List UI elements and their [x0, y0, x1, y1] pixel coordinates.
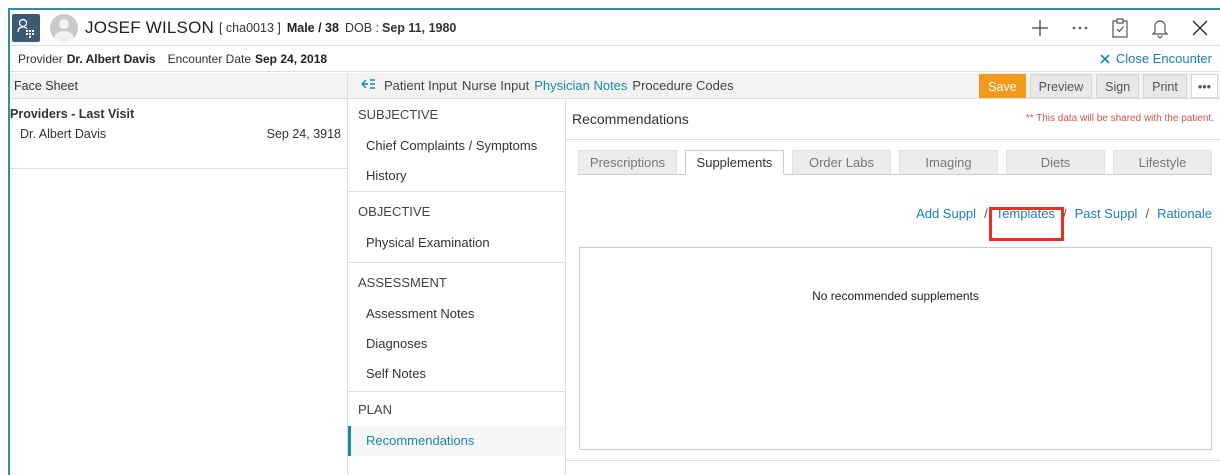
- encounter-date: Sep 24, 2018: [255, 51, 328, 66]
- more-icon[interactable]: [1060, 25, 1100, 31]
- divider: [566, 460, 1220, 461]
- header-actions: [1020, 10, 1220, 46]
- provider-label: Provider: [18, 51, 63, 66]
- divider: [566, 139, 1220, 140]
- clipboard-icon[interactable]: [1100, 18, 1140, 38]
- patient-avatar: [50, 13, 78, 42]
- patient-id: [ cha0013 ]: [218, 20, 281, 35]
- add-supplement-link[interactable]: Add Suppl: [916, 206, 976, 221]
- nav-diagnoses[interactable]: Diagnoses: [348, 329, 565, 359]
- divider: [348, 391, 565, 392]
- face-sheet-panel: Face Sheet Providers - Last Visit Dr. Al…: [10, 73, 348, 475]
- nav-section-plan: PLAN: [358, 402, 392, 417]
- nav-self-notes[interactable]: Self Notes: [348, 359, 565, 389]
- dob-label: DOB :: [344, 20, 380, 35]
- patient-dob: Sep 11, 1980: [382, 20, 457, 35]
- notes-tabs-bar: Patient Input Nurse Input Physician Note…: [348, 73, 1220, 99]
- last-visit-provider: Dr. Albert Davis: [20, 127, 107, 141]
- shared-data-notice: ** This data will be shared with the pat…: [1025, 113, 1214, 124]
- close-window-icon[interactable]: [1180, 19, 1220, 37]
- templates-highlight-box: [989, 207, 1064, 241]
- past-supplements-link[interactable]: Past Suppl: [1075, 206, 1138, 221]
- nav-recommendations[interactable]: Recommendations: [348, 426, 565, 456]
- subtab-order-labs[interactable]: Order Labs: [792, 150, 891, 174]
- tab-procedure-codes[interactable]: Procedure Codes: [632, 78, 733, 93]
- patient-header: JOSEF WILSON [ cha0013 ] Male / 38 DOB :…: [10, 10, 1220, 46]
- subtab-diets[interactable]: Diets: [1006, 150, 1105, 174]
- recommendation-subtabs: Prescriptions Supplements Order Labs Ima…: [578, 150, 1212, 175]
- close-encounter-button[interactable]: Close Encounter: [1099, 51, 1212, 66]
- bell-icon[interactable]: [1140, 18, 1180, 38]
- provider-visit-row: Dr. Albert Davis Sep 24, 3918: [10, 123, 347, 169]
- supplement-links: Add Suppl / Templates / Past Suppl / Rat…: [916, 206, 1212, 221]
- page-title: Recommendations: [572, 111, 689, 127]
- patient-name: JOSEF WILSON: [85, 17, 214, 37]
- divider: [348, 262, 565, 263]
- subtab-prescriptions[interactable]: Prescriptions: [578, 150, 677, 174]
- last-visit-date: Sep 24, 3918: [266, 127, 341, 141]
- nav-chief-complaints[interactable]: Chief Complaints / Symptoms: [348, 131, 565, 161]
- encounter-bar: Provider Dr. Albert Davis Encounter Date…: [10, 46, 1220, 72]
- link-separator: /: [1145, 206, 1150, 221]
- more-actions-button[interactable]: •••: [1190, 74, 1218, 98]
- nav-history[interactable]: History: [348, 161, 565, 191]
- nav-section-objective: OBJECTIVE: [358, 204, 431, 219]
- subtab-supplements[interactable]: Supplements: [685, 150, 784, 175]
- provider-name: Dr. Albert Davis: [66, 51, 156, 66]
- save-button[interactable]: Save: [979, 74, 1026, 98]
- divider: [348, 191, 565, 192]
- patient-sex-age: Male / 38: [286, 20, 339, 35]
- rationale-link[interactable]: Rationale: [1157, 206, 1212, 221]
- close-encounter-label: Close Encounter: [1115, 51, 1212, 66]
- subtab-lifestyle[interactable]: Lifestyle: [1113, 150, 1212, 174]
- plus-icon[interactable]: [1020, 19, 1060, 37]
- providers-section-title: Providers - Last Visit: [10, 107, 135, 121]
- sign-button[interactable]: Sign: [1096, 74, 1140, 98]
- nav-physical-examination[interactable]: Physical Examination: [348, 228, 565, 258]
- close-icon: [1100, 53, 1110, 64]
- notes-navigation: SUBJECTIVE Chief Complaints / Symptoms H…: [348, 99, 566, 475]
- app-menu-icon[interactable]: [12, 13, 40, 42]
- nav-assessment-notes[interactable]: Assessment Notes: [348, 299, 565, 329]
- print-button[interactable]: Print: [1143, 74, 1187, 98]
- preview-button[interactable]: Preview: [1029, 74, 1093, 98]
- link-separator: /: [984, 206, 988, 221]
- recommendations-panel: Recommendations ** This data will be sha…: [566, 99, 1220, 475]
- app-window: JOSEF WILSON [ cha0013 ] Male / 38 DOB :…: [8, 8, 1220, 475]
- tab-physician-notes[interactable]: Physician Notes: [534, 78, 627, 93]
- nav-section-subjective: SUBJECTIVE: [358, 107, 439, 122]
- tab-nurse-input[interactable]: Nurse Input: [462, 78, 529, 93]
- empty-state-message: No recommended supplements: [812, 289, 979, 303]
- note-actions: Save Preview Sign Print •••: [979, 74, 1218, 98]
- supplements-list: No recommended supplements: [579, 247, 1212, 450]
- encounter-date-label: Encounter Date: [167, 51, 251, 66]
- nav-section-assessment: ASSESSMENT: [358, 275, 447, 290]
- tab-patient-input[interactable]: Patient Input: [384, 78, 457, 93]
- subtab-imaging[interactable]: Imaging: [899, 150, 998, 174]
- face-sheet-title: Face Sheet: [10, 73, 347, 99]
- collapse-panel-icon[interactable]: [360, 78, 376, 93]
